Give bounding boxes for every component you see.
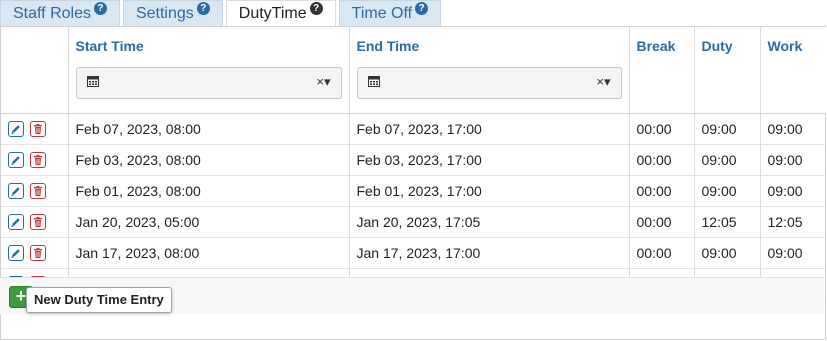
tab-dutytime[interactable]: DutyTime? xyxy=(225,0,336,26)
table-row[interactable]: Jan 20, 2023, 05:00 Jan 20, 2023, 17:05 00… xyxy=(1,206,826,238)
delete-icon[interactable] xyxy=(30,152,46,169)
end-time-filter[interactable]: ×▾ xyxy=(356,67,622,99)
start-time-cell: Feb 01, 2023, 08:00 xyxy=(68,175,350,207)
tab-time-off[interactable]: Time Off? xyxy=(338,0,442,26)
row-actions xyxy=(1,237,69,269)
duty-cell: 09:00 xyxy=(694,237,761,269)
work-cell: 09:00 xyxy=(760,175,826,207)
work-cell: 09:00 xyxy=(760,237,826,269)
table-row[interactable]: Feb 03, 2023, 08:00 Feb 03, 2023, 17:00 00… xyxy=(1,144,826,176)
actions-header xyxy=(1,27,69,114)
edit-icon[interactable] xyxy=(8,183,24,200)
work-cell: 12:05 xyxy=(760,206,826,238)
work-cell: 09:00 xyxy=(760,144,826,176)
duty-cell: 09:00 xyxy=(694,175,761,207)
delete-icon[interactable] xyxy=(30,183,46,200)
table-row[interactable]: Jan 17, 2023, 08:00 Jan 17, 2023, 17:00 00… xyxy=(1,237,826,269)
start-time-label[interactable]: Start Time xyxy=(76,38,342,54)
row-actions xyxy=(1,113,69,145)
end-time-cell: Feb 07, 2023, 17:00 xyxy=(349,113,630,145)
delete-icon[interactable] xyxy=(30,214,46,231)
tab-label: Time Off xyxy=(351,4,413,22)
row-actions xyxy=(1,175,69,207)
calendar-icon xyxy=(367,76,380,87)
delete-icon[interactable] xyxy=(30,121,46,138)
calendar-icon xyxy=(86,76,99,87)
start-time-cell: Jan 20, 2023, 05:00 xyxy=(68,206,350,238)
row-actions xyxy=(1,144,69,176)
tab-settings[interactable]: Settings? xyxy=(122,0,223,26)
table-row[interactable]: Feb 07, 2023, 08:00 Feb 07, 2023, 17:00 00… xyxy=(1,113,826,145)
break-header[interactable]: Break xyxy=(629,27,695,114)
end-time-cell: Jan 17, 2023, 17:00 xyxy=(349,237,630,269)
duty-cell: 09:00 xyxy=(694,113,761,145)
tab-label: Settings xyxy=(135,4,194,22)
break-cell: 00:00 xyxy=(629,175,695,207)
tooltip: New Duty Time Entry xyxy=(26,287,172,313)
tab-staff-roles[interactable]: Staff Roles? xyxy=(0,0,120,26)
edit-icon[interactable] xyxy=(8,245,24,262)
duty-header[interactable]: Duty xyxy=(694,27,761,114)
help-icon[interactable]: ? xyxy=(415,2,429,15)
clear-dropdown-icon[interactable]: ×▾ xyxy=(316,74,330,90)
table-row[interactable]: Feb 01, 2023, 08:00 Feb 01, 2023, 17:00 00… xyxy=(1,175,826,207)
end-time-cell: Feb 01, 2023, 17:00 xyxy=(349,175,630,207)
duty-cell: 12:05 xyxy=(694,206,761,238)
row-actions xyxy=(1,206,69,238)
edit-icon[interactable] xyxy=(8,214,24,231)
start-time-filter[interactable]: ×▾ xyxy=(75,67,342,99)
end-time-cell: Jan 20, 2023, 17:05 xyxy=(349,206,630,238)
break-cell: 00:00 xyxy=(629,206,695,238)
break-cell: 00:00 xyxy=(629,113,695,145)
start-time-cell: Feb 07, 2023, 08:00 xyxy=(68,113,350,145)
work-cell: 09:00 xyxy=(760,113,826,145)
header-row: Start Time ×▾ End Time ×▾ Break Duty Wor… xyxy=(1,27,826,114)
end-time-label[interactable]: End Time xyxy=(357,38,622,54)
help-icon[interactable]: ? xyxy=(93,2,107,15)
edit-icon[interactable] xyxy=(8,121,24,138)
start-time-header: Start Time ×▾ xyxy=(68,27,350,114)
tab-label: DutyTime xyxy=(238,4,307,22)
help-icon[interactable]: ? xyxy=(309,2,323,15)
help-icon[interactable]: ? xyxy=(196,2,210,15)
start-time-cell: Feb 03, 2023, 08:00 xyxy=(68,144,350,176)
end-time-cell: Feb 03, 2023, 17:00 xyxy=(349,144,630,176)
duty-cell: 09:00 xyxy=(694,144,761,176)
edit-icon[interactable] xyxy=(8,152,24,169)
work-header[interactable]: Work xyxy=(760,27,826,114)
end-time-header: End Time ×▾ xyxy=(349,27,630,114)
tab-label: Staff Roles xyxy=(13,4,91,22)
break-cell: 00:00 xyxy=(629,144,695,176)
duty-time-table: Start Time ×▾ End Time ×▾ Break Duty Wor… xyxy=(1,27,826,300)
delete-icon[interactable] xyxy=(30,245,46,262)
clear-dropdown-icon[interactable]: ×▾ xyxy=(596,74,610,90)
start-time-cell: Jan 17, 2023, 08:00 xyxy=(68,237,350,269)
tab-bar: Staff Roles? Settings? DutyTime? Time Of… xyxy=(0,0,444,26)
break-cell: 00:00 xyxy=(629,237,695,269)
